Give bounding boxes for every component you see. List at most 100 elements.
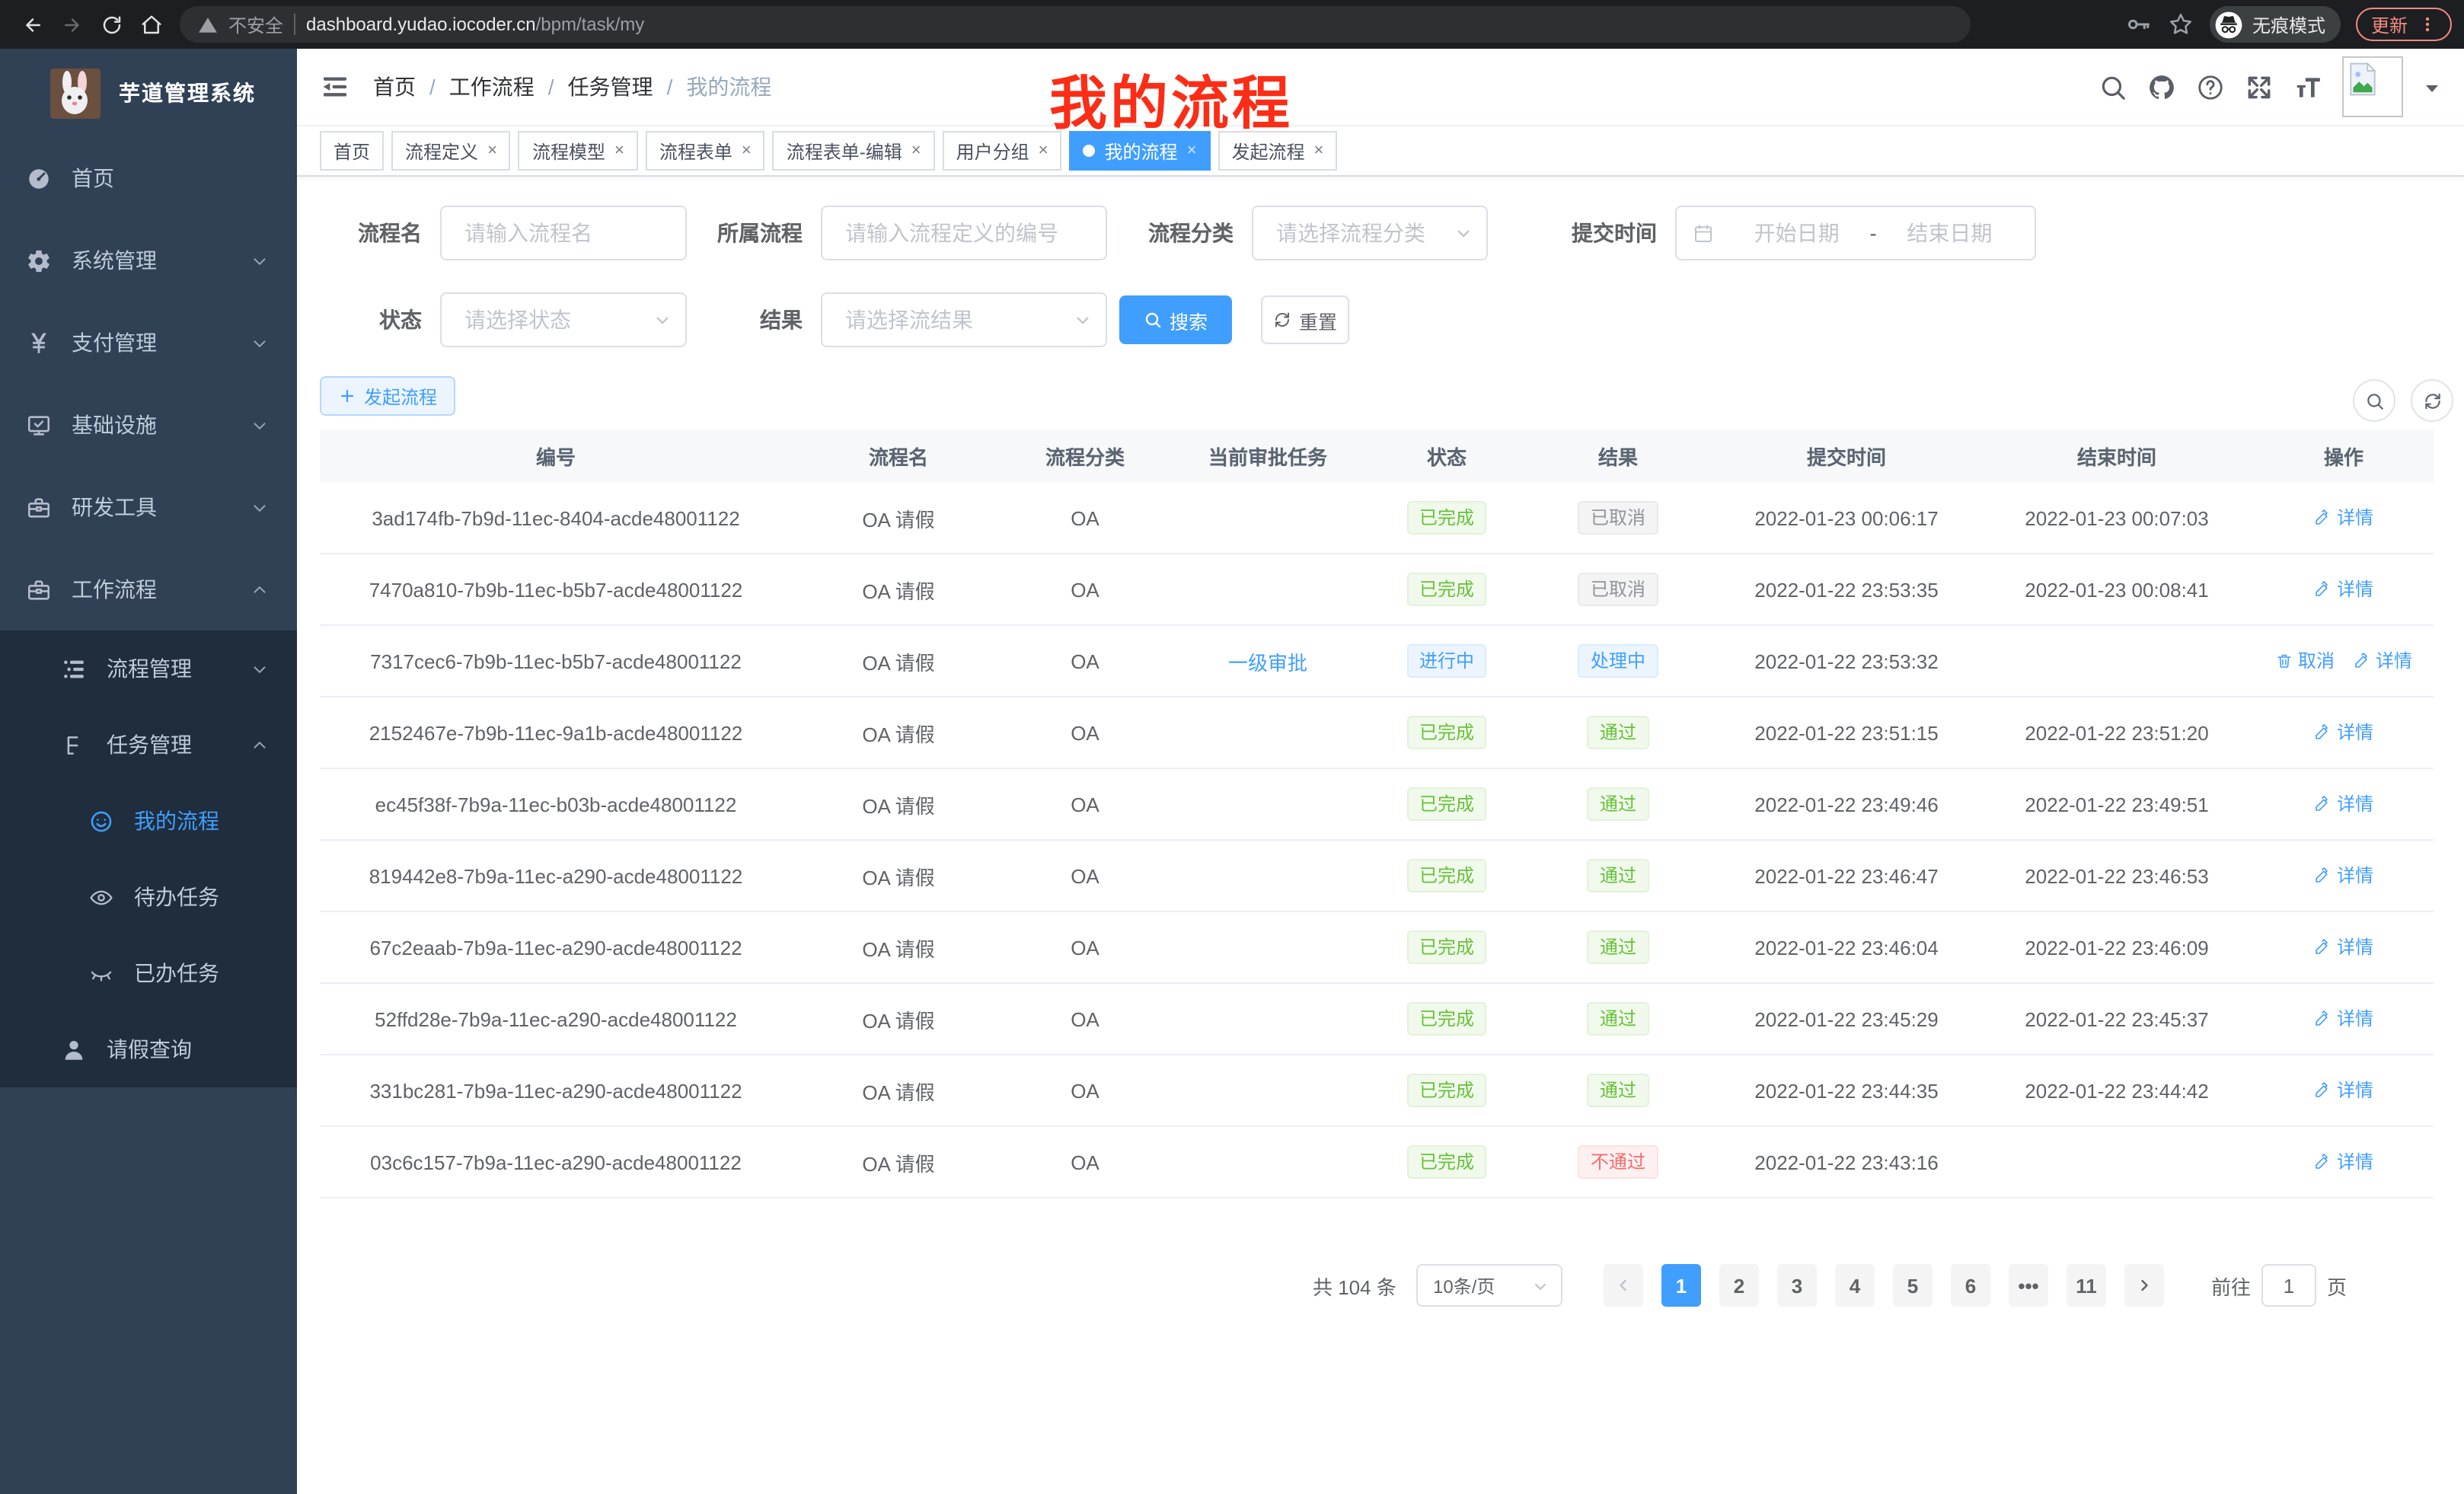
action-详情[interactable]: 详情	[2314, 720, 2373, 745]
sidebar-item-首页[interactable]: 首页	[0, 137, 297, 219]
page-number: 11	[2076, 1274, 2097, 1297]
password-key-icon[interactable]	[2124, 11, 2152, 38]
tab-流程表单[interactable]: 流程表单×	[646, 131, 765, 171]
tab-流程模型[interactable]: 流程模型×	[519, 131, 638, 171]
tab-close-icon[interactable]: ×	[487, 142, 497, 160]
action-详情[interactable]: 详情	[2314, 1149, 2373, 1175]
bookmark-star-icon[interactable]	[2167, 11, 2194, 38]
cell-submit-time: 2022-01-22 23:46:47	[1713, 864, 1980, 887]
status-select[interactable]: 请选择状态	[440, 292, 687, 347]
hamburger-icon[interactable]	[320, 72, 350, 102]
sidebar-item-请假查询[interactable]: 请假查询	[0, 1011, 297, 1087]
page-button-1[interactable]: 1	[1661, 1264, 1701, 1307]
next-page-button[interactable]	[2124, 1264, 2164, 1307]
cell-status: 已完成	[1371, 859, 1523, 892]
breadcrumb-item-任务管理[interactable]: 任务管理	[568, 72, 653, 102]
task-link[interactable]: 一级审批	[1228, 651, 1307, 674]
search-button[interactable]: 搜索	[1119, 295, 1232, 344]
browser-update-button[interactable]: 更新	[2356, 8, 2452, 41]
action-详情[interactable]: 详情	[2314, 505, 2373, 531]
tab-close-icon[interactable]: ×	[614, 142, 624, 160]
page-button-11[interactable]: 11	[2067, 1264, 2106, 1307]
page-button-4[interactable]: 4	[1835, 1264, 1875, 1307]
tab-label: 首页	[334, 138, 370, 164]
breadcrumb-item-工作流程[interactable]: 工作流程	[449, 72, 535, 102]
page-button-6[interactable]: 6	[1951, 1264, 1990, 1307]
start-process-button[interactable]: 发起流程	[320, 376, 455, 416]
security-label[interactable]: 不安全	[228, 11, 283, 37]
sidebar-item-待办任务[interactable]: 待办任务	[0, 859, 297, 935]
sidebar-item-基础设施[interactable]: 基础设施	[0, 384, 297, 466]
tab-close-icon[interactable]: ×	[1039, 142, 1048, 160]
avatar[interactable]	[2342, 56, 2403, 117]
sidebar-item-任务管理[interactable]: 任务管理	[0, 707, 297, 783]
action-取消[interactable]: 取消	[2275, 648, 2335, 674]
table-search-toggle-button[interactable]	[2353, 379, 2395, 422]
action-详情[interactable]: 详情	[2314, 791, 2373, 817]
tab-我的流程[interactable]: 我的流程×	[1070, 131, 1211, 171]
process-category-select[interactable]: 请选择流程分类	[1252, 206, 1488, 260]
sidebar-item-label: 系统管理	[72, 245, 157, 276]
page-button-5[interactable]: 5	[1893, 1264, 1933, 1307]
font-size-icon[interactable]	[2293, 72, 2322, 101]
sidebar-item-我的流程[interactable]: 我的流程	[0, 783, 297, 859]
chevron-down-icon	[250, 497, 270, 517]
sidebar-item-支付管理[interactable]: 支付管理	[0, 302, 297, 384]
prev-page-button[interactable]	[1604, 1264, 1643, 1307]
goto-page-input[interactable]	[2261, 1264, 2316, 1307]
tab-流程定义[interactable]: 流程定义×	[391, 131, 511, 171]
submit-time-range-picker[interactable]: 开始日期 - 结束日期	[1675, 206, 2036, 260]
sidebar-item-系统管理[interactable]: 系统管理	[0, 219, 297, 302]
tab-close-icon[interactable]: ×	[742, 142, 752, 160]
process-definition-input[interactable]	[821, 206, 1107, 260]
cell-category: OA	[1005, 793, 1165, 816]
help-icon[interactable]	[2196, 72, 2225, 101]
table-refresh-button[interactable]	[2411, 379, 2453, 422]
incognito-badge: 无痕模式	[2210, 6, 2341, 43]
cell-result: 处理中	[1523, 644, 1713, 678]
search-icon[interactable]	[2099, 72, 2127, 101]
browser-home-button[interactable]	[131, 5, 171, 44]
status-badge: 已完成	[1407, 931, 1486, 964]
page-button-3[interactable]: 3	[1777, 1264, 1817, 1307]
app-logo-row[interactable]: 芋道管理系统	[0, 49, 297, 137]
result-select[interactable]: 请选择流结果	[821, 292, 1107, 347]
breadcrumb-item-首页[interactable]: 首页	[373, 72, 416, 102]
action-详情[interactable]: 详情	[2314, 1006, 2373, 1032]
tab-首页[interactable]: 首页	[320, 131, 384, 171]
url-text[interactable]: dashboard.yudao.iocoder.cn/bpm/task/my	[306, 14, 644, 35]
browser-reload-button[interactable]	[91, 5, 131, 44]
cell-result: 通过	[1523, 859, 1713, 892]
tab-close-icon[interactable]: ×	[1187, 142, 1197, 160]
page-size-select[interactable]: 10条/页	[1416, 1264, 1562, 1307]
sidebar-item-流程管理[interactable]: 流程管理	[0, 630, 297, 707]
browser-forward-button[interactable]	[52, 5, 91, 44]
sidebar-item-研发工具[interactable]: 研发工具	[0, 466, 297, 548]
cell-status: 已完成	[1371, 1074, 1523, 1107]
tab-发起流程[interactable]: 发起流程×	[1218, 131, 1337, 171]
process-name-input[interactable]	[440, 206, 687, 260]
page-button-2[interactable]: 2	[1719, 1264, 1759, 1307]
result-badge: 已取消	[1578, 573, 1658, 606]
more-pages-button[interactable]: •••	[2009, 1264, 2048, 1307]
action-详情[interactable]: 详情	[2314, 934, 2373, 960]
reset-button[interactable]: 重置	[1261, 295, 1349, 344]
fullscreen-icon[interactable]	[2245, 72, 2274, 101]
action-详情[interactable]: 详情	[2314, 576, 2373, 602]
cell-actions: 详情	[2254, 863, 2434, 889]
tab-流程表单-编辑[interactable]: 流程表单-编辑×	[773, 131, 935, 171]
action-详情[interactable]: 详情	[2314, 1077, 2373, 1103]
tab-close-icon[interactable]: ×	[1313, 142, 1323, 160]
github-icon[interactable]	[2147, 72, 2176, 101]
action-详情[interactable]: 详情	[2314, 863, 2373, 889]
tab-close-icon[interactable]: ×	[911, 142, 921, 160]
sidebar-item-已办任务[interactable]: 已办任务	[0, 935, 297, 1011]
browser-back-button[interactable]	[12, 5, 52, 44]
tab-用户分组[interactable]: 用户分组×	[943, 131, 1062, 171]
cell-category: OA	[1005, 864, 1165, 887]
sidebar-item-工作流程[interactable]: 工作流程	[0, 548, 297, 630]
avatar-caret-down-icon[interactable]	[2423, 78, 2441, 96]
action-详情[interactable]: 详情	[2353, 648, 2412, 674]
incognito-label: 无痕模式	[2252, 11, 2325, 37]
address-bar[interactable]: 不安全 dashboard.yudao.iocoder.cn/bpm/task/…	[180, 6, 1971, 43]
